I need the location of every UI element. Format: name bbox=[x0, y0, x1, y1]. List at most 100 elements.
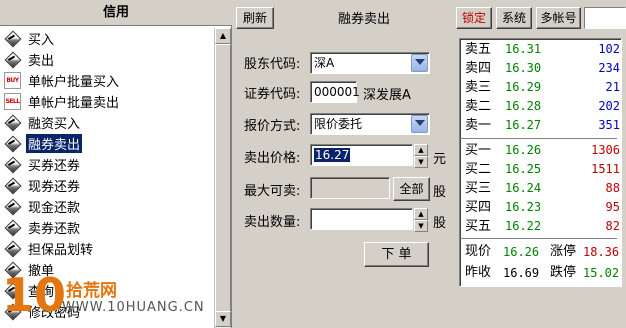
tree-item-label: 融券卖出 bbox=[24, 133, 84, 154]
tree-item-label: 现金还款 bbox=[28, 201, 81, 216]
tree-item-return-securities[interactable]: 现券还券 bbox=[0, 175, 214, 196]
tree-item-label: 卖券还款 bbox=[28, 222, 81, 237]
system-button[interactable]: 系统 bbox=[496, 7, 532, 29]
lock-button[interactable]: 锁定 bbox=[456, 7, 492, 29]
stepper-down-icon[interactable]: ▼ bbox=[414, 156, 428, 168]
scroll-down-icon[interactable]: ▼ bbox=[215, 311, 231, 327]
ask-volume: 102 bbox=[598, 42, 620, 56]
ask-label: 卖四 bbox=[465, 61, 492, 76]
ask-row: 卖五 16.31 102 bbox=[465, 40, 620, 59]
bid-label: 买三 bbox=[465, 181, 492, 196]
max-sell-unit: 股 bbox=[433, 185, 447, 200]
bid-price: 16.26 bbox=[505, 143, 542, 157]
diamond-icon bbox=[4, 114, 21, 131]
tree-item-buy[interactable]: 买入 bbox=[0, 28, 214, 49]
limit-up-label: 涨停 bbox=[550, 244, 577, 259]
limit-down-value: 15.02 bbox=[583, 266, 620, 280]
tree-item-collateral-transfer[interactable]: 担保品划转 bbox=[0, 238, 214, 259]
diamond-icon bbox=[4, 198, 21, 215]
tree-scrollbar[interactable]: ▲ ▼ bbox=[214, 28, 231, 328]
tree-item-label: 融资买入 bbox=[28, 117, 81, 132]
tree-item-label: 单帐户批量买入 bbox=[28, 75, 120, 90]
diamond-icon bbox=[4, 240, 21, 257]
summary-divider bbox=[460, 238, 617, 239]
diamond-icon bbox=[4, 219, 21, 236]
page-title: 融券卖出 bbox=[337, 12, 390, 27]
tree-item-cash-repay[interactable]: 现金还款 bbox=[0, 196, 214, 217]
bid-row: 买五 16.22 82 bbox=[465, 217, 620, 236]
tree-item-label: 单帐户批量卖出 bbox=[28, 96, 120, 111]
security-code-label: 证券代码: bbox=[244, 87, 301, 102]
tree-item-sell-to-repay[interactable]: 卖券还款 bbox=[0, 217, 214, 238]
watermark-logo: 10 bbox=[2, 268, 67, 322]
toolbar-search-input[interactable] bbox=[584, 7, 626, 29]
tree-item-short-sell[interactable]: 融券卖出 bbox=[0, 133, 214, 154]
ask-volume: 234 bbox=[598, 61, 620, 75]
bid-row: 买二 16.25 1511 bbox=[465, 160, 620, 179]
quantity-label: 卖出数量: bbox=[244, 215, 301, 230]
tree-item-label: 担保品划转 bbox=[28, 243, 94, 258]
quantity-input[interactable] bbox=[310, 208, 413, 230]
shareholder-select[interactable]: 深A bbox=[310, 52, 430, 74]
shareholder-value: 深A bbox=[314, 56, 335, 70]
security-code-input[interactable]: 000001 bbox=[310, 81, 360, 103]
shareholder-label: 股东代码: bbox=[244, 57, 301, 72]
ask-volume: 21 bbox=[605, 80, 620, 94]
quantity-unit: 股 bbox=[433, 216, 447, 231]
ask-row: 卖一 16.27 351 bbox=[465, 116, 620, 135]
ask-label: 卖一 bbox=[465, 118, 492, 133]
ask-row: 卖三 16.29 21 bbox=[465, 78, 620, 97]
tree-item-batch-buy[interactable]: BUY 单帐户批量买入 bbox=[0, 70, 214, 91]
diamond-icon bbox=[4, 30, 21, 47]
bid-volume: 1511 bbox=[591, 162, 620, 176]
chevron-down-icon[interactable] bbox=[411, 54, 428, 72]
prev-close-label: 昨收 bbox=[465, 265, 492, 280]
multi-account-button[interactable]: 多帐号 bbox=[536, 7, 581, 29]
tree-item-label: 现券还券 bbox=[28, 180, 81, 195]
diamond-icon bbox=[4, 177, 21, 194]
refresh-button[interactable]: 刷新 bbox=[236, 7, 274, 29]
scroll-up-icon[interactable]: ▲ bbox=[215, 28, 231, 44]
limit-down-label: 跌停 bbox=[550, 265, 577, 280]
tree-item-buy-to-return[interactable]: 买券还券 bbox=[0, 154, 214, 175]
price-stepper[interactable]: ▲ ▼ bbox=[414, 144, 428, 168]
price-input[interactable]: 16.27 bbox=[310, 144, 413, 166]
ask-label: 卖五 bbox=[465, 42, 492, 57]
ask-price: 16.28 bbox=[505, 99, 542, 113]
scroll-thumb[interactable] bbox=[215, 44, 231, 312]
ask-volume: 202 bbox=[598, 99, 620, 113]
bid-volume: 95 bbox=[605, 200, 620, 214]
all-button[interactable]: 全部 bbox=[393, 177, 430, 201]
tree-item-label: 买券还券 bbox=[28, 159, 81, 174]
ask-price: 16.29 bbox=[505, 80, 542, 94]
chevron-down-icon[interactable] bbox=[411, 115, 428, 133]
ask-row: 卖二 16.28 202 bbox=[465, 97, 620, 116]
summary-row-prev: 昨收 16.69 跌停 15.02 bbox=[465, 263, 620, 283]
bid-volume: 88 bbox=[605, 181, 620, 195]
ask-volume: 351 bbox=[598, 118, 620, 132]
stepper-up-icon[interactable]: ▲ bbox=[414, 208, 428, 220]
submit-order-button[interactable]: 下 单 bbox=[364, 242, 429, 267]
tree-item-sell[interactable]: 卖出 bbox=[0, 49, 214, 70]
price-unit: 元 bbox=[433, 152, 447, 167]
ask-label: 卖三 bbox=[465, 80, 492, 95]
quote-method-value: 限价委托 bbox=[314, 117, 363, 131]
bid-row: 买四 16.23 95 bbox=[465, 198, 620, 217]
stepper-down-icon[interactable]: ▼ bbox=[414, 220, 428, 232]
watermark-brand: 拾荒网 bbox=[66, 281, 117, 301]
tree-item-margin-buy[interactable]: 融资买入 bbox=[0, 112, 214, 133]
panel-header[interactable]: 信用 bbox=[0, 0, 232, 26]
bid-price: 16.23 bbox=[505, 200, 542, 214]
quote-method-label: 报价方式: bbox=[244, 119, 301, 134]
max-sell-field bbox=[310, 177, 390, 199]
stepper-up-icon[interactable]: ▲ bbox=[414, 144, 428, 156]
limit-up-value: 18.36 bbox=[583, 245, 620, 259]
bid-row: 买三 16.24 88 bbox=[465, 179, 620, 198]
summary-row-current: 现价 16.26 涨停 18.36 bbox=[465, 242, 620, 262]
tree-item-label: 卖出 bbox=[28, 54, 55, 69]
quantity-stepper[interactable]: ▲ ▼ bbox=[414, 208, 428, 232]
quote-method-select[interactable]: 限价委托 bbox=[310, 113, 430, 135]
bid-price: 16.25 bbox=[505, 162, 542, 176]
tree-item-batch-sell[interactable]: SELL 单帐户批量卖出 bbox=[0, 91, 214, 112]
current-price-value: 16.26 bbox=[503, 245, 540, 259]
